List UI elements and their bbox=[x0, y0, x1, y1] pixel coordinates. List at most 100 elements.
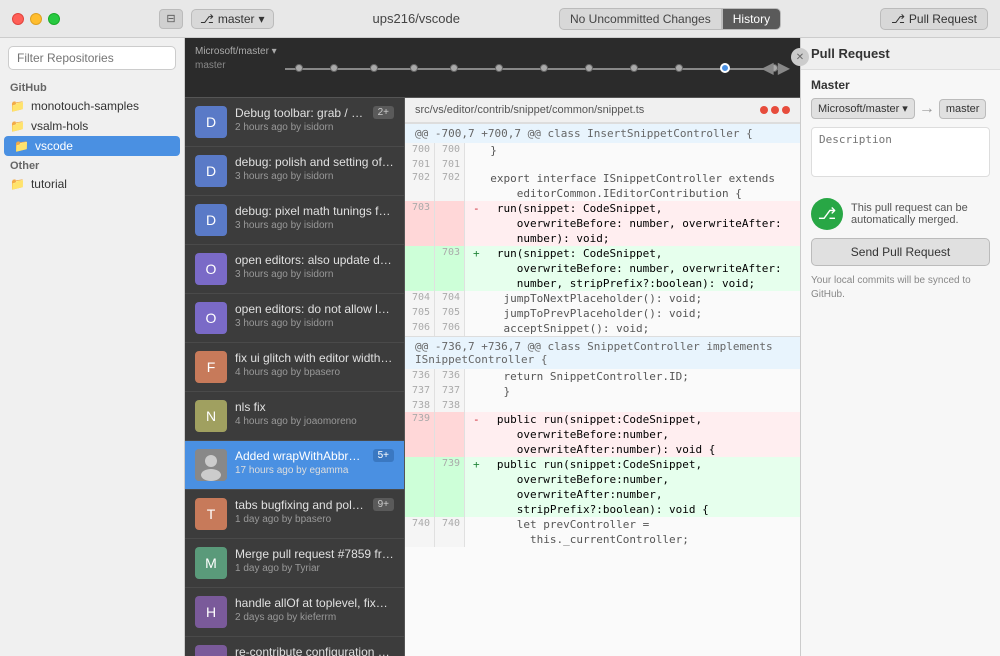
commit-meta: 4 hours ago by bpasero bbox=[235, 367, 394, 378]
diff-line-content: } bbox=[465, 384, 800, 399]
diff-line: 706706 acceptSnippet(): void; bbox=[405, 321, 800, 336]
diff-file-path: src/vs/editor/contrib/snippet/common/sni… bbox=[415, 104, 644, 116]
maximize-button[interactable] bbox=[48, 13, 60, 25]
commit-badge: 2+ bbox=[373, 106, 394, 119]
minimize-button[interactable] bbox=[30, 13, 42, 25]
diff-line-content: overwriteBefore:number, bbox=[465, 427, 800, 442]
diff-line-content: + run(snippet: CodeSnippet, bbox=[465, 246, 800, 261]
commit-meta: 2 days ago by kieferrm bbox=[235, 612, 394, 623]
graph-node[interactable] bbox=[295, 64, 303, 72]
repo-icon: 📁 bbox=[10, 119, 25, 133]
diff-line-content: - public run(snippet:CodeSnippet, bbox=[465, 412, 800, 427]
branch-icon: ⎇ bbox=[200, 12, 214, 26]
commit-info: re-contribute configuration option; fixe… bbox=[235, 645, 394, 656]
pr-source-branch-select[interactable]: Microsoft/master ▾ bbox=[811, 98, 915, 119]
sidebar-item-vsalm-hols[interactable]: 📁 vsalm-hols bbox=[0, 116, 184, 136]
sidebar-toggle-button[interactable]: ⊟ bbox=[159, 9, 183, 29]
commit-meta: 3 hours ago by isidorn bbox=[235, 220, 394, 231]
graph-sub-label: master bbox=[195, 60, 226, 71]
diff-line-content: this._currentController; bbox=[465, 532, 800, 547]
commit-item[interactable]: O open editors: do not allow left / righ… bbox=[185, 294, 404, 343]
close-panel-button[interactable]: ✕ bbox=[791, 48, 809, 66]
graph-node-active[interactable] bbox=[720, 63, 730, 73]
commit-message: Debug toolbar: grab / grabbing cu... bbox=[235, 106, 365, 120]
repo-icon: 📁 bbox=[14, 139, 29, 153]
commit-info: handle allOf at toplevel, fixes #7833 2 … bbox=[235, 596, 394, 623]
graph-node[interactable] bbox=[540, 64, 548, 72]
uncommitted-button[interactable]: No Uncommitted Changes bbox=[559, 8, 722, 30]
diff-line-content: + public run(snippet:CodeSnippet, bbox=[465, 457, 800, 472]
sidebar-item-tutorial[interactable]: 📁 tutorial bbox=[0, 174, 184, 194]
pr-branch-selectors: Microsoft/master ▾ → master bbox=[811, 98, 990, 119]
repo-icon: 📁 bbox=[10, 177, 25, 191]
commit-avatar: H bbox=[195, 596, 227, 628]
diff-line-content: overwriteAfter:number): void { bbox=[465, 442, 800, 457]
sidebar-item-vscode[interactable]: 📁 vscode bbox=[4, 136, 180, 156]
diff-line-content bbox=[465, 158, 800, 171]
graph-node[interactable] bbox=[410, 64, 418, 72]
commit-message: Added wrapWithAbbreviation, upd... bbox=[235, 449, 365, 463]
diff-dot-red3 bbox=[782, 106, 790, 114]
repo-name: tutorial bbox=[31, 177, 67, 191]
commit-item-selected[interactable]: Added wrapWithAbbreviation, upd... 17 ho… bbox=[185, 441, 404, 490]
diff-hunk-header: @@ -700,7 +700,7 @@ class InsertSnippetC… bbox=[405, 123, 800, 143]
graph-node[interactable] bbox=[675, 64, 683, 72]
other-section-header: Other bbox=[0, 156, 184, 174]
pr-branch-label: Master bbox=[811, 78, 990, 92]
diff-line: overwriteBefore:number, bbox=[405, 472, 800, 487]
diff-line-content: overwriteBefore: number, overwriteAfter: bbox=[465, 261, 800, 276]
commit-item[interactable]: D Debug toolbar: grab / grabbing cu... 2… bbox=[185, 98, 404, 147]
filter-repositories-input[interactable] bbox=[8, 46, 176, 70]
graph-node[interactable] bbox=[450, 64, 458, 72]
sidebar-item-monotouch-samples[interactable]: 📁 monotouch-samples bbox=[0, 96, 184, 116]
commit-info: debug: pixel math tunings for debu toolb… bbox=[235, 204, 394, 231]
commit-item[interactable]: H handle allOf at toplevel, fixes #7833 … bbox=[185, 588, 404, 637]
diff-line: 737737 } bbox=[405, 384, 800, 399]
center-area: Microsoft/master ▾ master ◀ ▶ bbox=[185, 38, 800, 656]
commit-item[interactable]: D debug: polish and setting of x c... 3 … bbox=[185, 147, 404, 196]
diff-file-header: src/vs/editor/contrib/snippet/common/sni… bbox=[405, 98, 800, 123]
diff-line: 703 - run(snippet: CodeSnippet, bbox=[405, 201, 800, 216]
pr-mergeable-section: ⎇ This pull request can be automatically… bbox=[801, 190, 1000, 238]
commit-item[interactable]: M Merge pull request #7859 from urband..… bbox=[185, 539, 404, 588]
graph-next-arrow[interactable]: ▶ bbox=[778, 58, 790, 78]
commit-item[interactable]: T tabs bugfixing and polish 1 day ago by… bbox=[185, 490, 404, 539]
close-button[interactable] bbox=[12, 13, 24, 25]
diff-line: 700700 } bbox=[405, 143, 800, 158]
commit-message: nls fix bbox=[235, 400, 394, 414]
commit-message: re-contribute configuration option; fixe… bbox=[235, 645, 394, 656]
commit-item[interactable]: F fix ui glitch with editor width ratios… bbox=[185, 343, 404, 392]
pr-description-input[interactable] bbox=[811, 127, 990, 177]
diff-line-content: } bbox=[465, 143, 800, 158]
diff-line-content: let prevController = bbox=[465, 517, 800, 532]
branch-selector[interactable]: ⎇ master ▾ bbox=[191, 9, 274, 29]
commit-info: open editors: do not allow left / right … bbox=[235, 302, 394, 329]
pull-request-panel-header: Pull Request bbox=[801, 38, 1000, 70]
commit-item[interactable]: O open editors: also update dirty indica… bbox=[185, 245, 404, 294]
graph-prev-arrow[interactable]: ◀ bbox=[761, 58, 773, 78]
graph-node[interactable] bbox=[630, 64, 638, 72]
diff-line-content: number): void; bbox=[465, 231, 800, 246]
commit-avatar: D bbox=[195, 106, 227, 138]
commit-info: debug: polish and setting of x c... 3 ho… bbox=[235, 155, 394, 182]
graph-node[interactable] bbox=[370, 64, 378, 72]
commit-item[interactable]: D debug: pixel math tunings for debu too… bbox=[185, 196, 404, 245]
history-button[interactable]: History bbox=[722, 8, 781, 30]
diff-panel: Added wrapWithAbbreviation, updateTag, r… bbox=[405, 98, 800, 656]
commit-item[interactable]: R re-contribute configuration option; fi… bbox=[185, 637, 404, 656]
graph-node[interactable] bbox=[495, 64, 503, 72]
diff-line-content: acceptSnippet(): void; bbox=[465, 321, 800, 336]
pr-target-branch-select[interactable]: master bbox=[939, 99, 987, 119]
diff-line-content: jumpToPrevPlaceholder(): void; bbox=[465, 306, 800, 321]
graph-node[interactable] bbox=[330, 64, 338, 72]
commit-info: open editors: also update dirty indicato… bbox=[235, 253, 394, 280]
diff-line-content: editorCommon.IEditorContribution { bbox=[465, 186, 800, 201]
commit-avatar: O bbox=[195, 253, 227, 285]
pull-request-button[interactable]: ⎇ Pull Request bbox=[880, 8, 988, 30]
diff-line-content: - run(snippet: CodeSnippet, bbox=[465, 201, 800, 216]
graph-node[interactable] bbox=[585, 64, 593, 72]
send-pull-request-button[interactable]: Send Pull Request bbox=[811, 238, 990, 266]
pull-request-panel: ✕ Pull Request Master Microsoft/master ▾… bbox=[800, 38, 1000, 656]
commit-info: Debug toolbar: grab / grabbing cu... 2 h… bbox=[235, 106, 365, 133]
commit-item[interactable]: N nls fix 4 hours ago by joaomoreno bbox=[185, 392, 404, 441]
